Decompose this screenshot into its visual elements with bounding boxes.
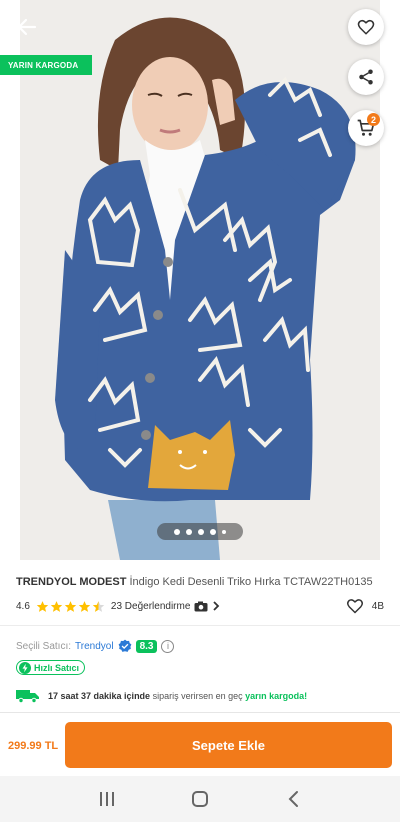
add-to-cart-button[interactable]: Sepete Ekle <box>65 722 392 768</box>
seller-name-link[interactable]: Trendyol <box>75 641 114 652</box>
star-icon <box>64 600 77 612</box>
lightning-icon <box>19 661 31 674</box>
product-brand[interactable]: TRENDYOL MODEST <box>16 576 126 588</box>
product-price: 299.99 TL <box>8 740 59 752</box>
system-navigation-bar <box>0 776 400 822</box>
delivery-time: 17 saat 37 dakika içinde <box>48 691 151 701</box>
heart-icon <box>346 599 363 614</box>
rating-row: 4.6 23 Değerlendirme 4B <box>16 597 384 615</box>
cart-button[interactable]: 2 <box>348 110 384 146</box>
fast-seller-label: Hızlı Satıcı <box>34 662 80 673</box>
nav-back-button[interactable] <box>273 779 313 819</box>
camera-icon <box>194 601 208 611</box>
chevron-right-icon <box>213 601 220 611</box>
nav-back-icon <box>288 791 299 807</box>
star-icon <box>50 600 63 612</box>
product-image-carousel[interactable]: YARIN KARGODA 2 <box>0 0 400 560</box>
product-detail-screen: YARIN KARGODA 2 TRENDYOL MODEST İndigo K… <box>0 0 400 822</box>
verified-check-icon <box>118 639 131 652</box>
delivery-info: 17 saat 37 dakika içinde sipariş verirse… <box>16 688 307 704</box>
delivery-highlight: yarın kargoda! <box>245 691 308 701</box>
arrow-left-icon <box>17 18 37 36</box>
recent-apps-icon <box>99 792 114 806</box>
next-day-cargo-badge: YARIN KARGODA <box>0 55 93 75</box>
product-title: TRENDYOL MODEST İndigo Kedi Desenli Trik… <box>16 575 386 589</box>
fast-seller-badge: Hızlı Satıcı <box>16 660 86 675</box>
star-icon <box>36 600 49 612</box>
recent-apps-button[interactable] <box>87 779 127 819</box>
info-icon[interactable]: i <box>161 639 175 653</box>
product-name: İndigo Kedi Desenli Triko Hırka TCTAW22T… <box>129 576 373 588</box>
delivery-text: 17 saat 37 dakika içinde sipariş verirse… <box>48 691 307 701</box>
home-button[interactable] <box>180 779 220 819</box>
reviews-link[interactable]: 23 Değerlendirme <box>111 601 221 612</box>
carousel-dot[interactable] <box>174 528 180 535</box>
seller-score: 8.3 <box>135 639 158 653</box>
rating-stars <box>36 600 105 613</box>
favorite-button[interactable] <box>348 9 384 45</box>
seller-row: Seçili Satıcı: Trendyol 8.3 i <box>16 638 175 654</box>
star-icon <box>78 600 91 612</box>
favorite-count[interactable]: 4B <box>346 598 384 614</box>
heart-icon <box>357 19 375 35</box>
carousel-dot[interactable] <box>186 528 192 535</box>
carousel-dot[interactable] <box>210 528 216 535</box>
share-icon <box>359 69 373 85</box>
back-button[interactable] <box>12 12 42 42</box>
divider <box>0 625 400 626</box>
cart-count-badge: 2 <box>367 113 380 126</box>
purchase-bar: 299.99 TL Sepete Ekle <box>0 712 400 776</box>
carousel-indicator[interactable] <box>157 523 243 540</box>
review-count: 23 Değerlendirme <box>110 600 191 612</box>
image-margin-left <box>0 0 22 560</box>
share-button[interactable] <box>348 59 384 95</box>
home-icon <box>191 791 208 807</box>
truck-icon <box>16 690 39 703</box>
carousel-dot[interactable] <box>222 529 226 534</box>
carousel-dot[interactable] <box>198 528 204 535</box>
rating-value: 4.6 <box>16 600 30 612</box>
half-star-icon <box>92 600 105 612</box>
seller-label: Seçili Satıcı: <box>16 640 72 652</box>
product-photo <box>20 0 380 560</box>
favorite-count-value: 4B <box>371 600 384 612</box>
delivery-middle-text: sipariş verirsen en geç <box>152 691 243 701</box>
